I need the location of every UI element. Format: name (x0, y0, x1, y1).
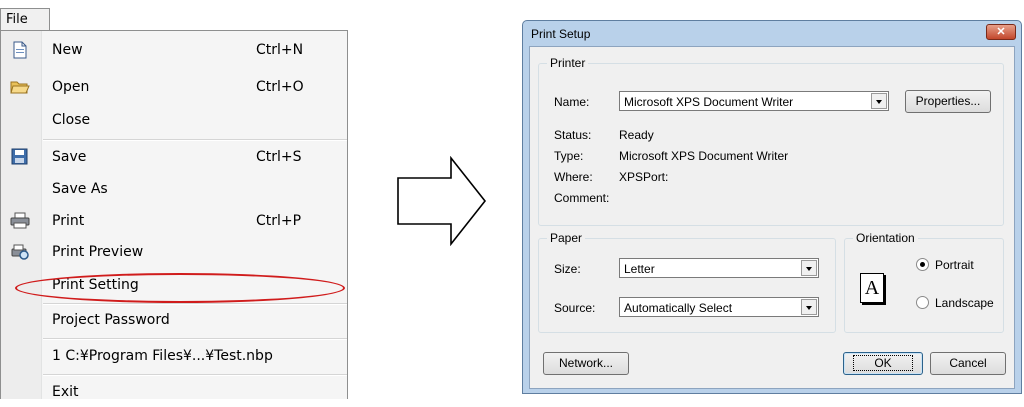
orientation-legend: Orientation (853, 231, 918, 245)
menu-item-label: Save (52, 149, 87, 165)
paper-group: Paper Size: Letter Source: Automatically… (538, 231, 836, 333)
close-icon: ✕ (996, 26, 1006, 38)
status-value: Ready (619, 128, 654, 142)
menu-item-new[interactable]: New Ctrl+N (1, 35, 347, 65)
save-disk-icon (10, 148, 30, 166)
paper-source-value: Automatically Select (624, 301, 733, 315)
menu-item-label: New (52, 42, 83, 58)
portrait-label[interactable]: Portrait (935, 258, 974, 272)
menu-item-label: Project Password (52, 312, 170, 328)
portrait-page-icon: A (860, 273, 884, 303)
menu-item-label: Save As (52, 181, 108, 197)
menu-item-label: 1 C:¥Program Files¥...¥Test.nbp (52, 348, 273, 364)
size-label: Size: (554, 262, 581, 276)
printer-group: Printer Name: Microsoft XPS Document Wri… (538, 56, 1004, 226)
menu-item-recent-file[interactable]: 1 C:¥Program Files¥...¥Test.nbp (1, 341, 347, 371)
file-menu-label: File (6, 12, 28, 27)
paper-size-combobox[interactable]: Letter (619, 258, 819, 278)
menu-item-shortcut: Ctrl+P (256, 213, 302, 229)
ok-button[interactable]: OK (843, 352, 923, 375)
orientation-group: Orientation A Portrait Landscape (844, 231, 1004, 333)
print-setup-dialog: Print Setup ✕ Printer Name: Microsoft XP… (522, 20, 1022, 394)
file-menu: New Ctrl+N Open Ctrl+O Close Save Ctrl+S… (0, 30, 348, 400)
dialog-title: Print Setup (531, 27, 591, 41)
menu-item-close[interactable]: Close (1, 105, 347, 135)
menu-item-print[interactable]: Print Ctrl+P (1, 206, 347, 236)
name-label: Name: (554, 95, 590, 109)
properties-label: Properties... (915, 94, 981, 108)
file-menu-header[interactable]: File (0, 8, 50, 31)
menu-separator (43, 139, 347, 141)
right-arrow-icon (397, 156, 487, 246)
type-label: Type: (554, 149, 584, 163)
menu-item-save[interactable]: Save Ctrl+S (1, 142, 347, 172)
printer-name-value: Microsoft XPS Document Writer (624, 95, 794, 109)
where-label: Where: (554, 170, 593, 184)
open-folder-icon (10, 78, 30, 96)
menu-item-shortcut: Ctrl+S (256, 149, 302, 165)
dialog-client-area: Printer Name: Microsoft XPS Document Wri… (529, 46, 1015, 389)
printer-icon (10, 212, 30, 230)
status-label: Status: (554, 128, 592, 142)
menu-item-open[interactable]: Open Ctrl+O (1, 72, 347, 102)
menu-item-save-as[interactable]: Save As (1, 174, 347, 204)
dropdown-arrow-icon[interactable] (801, 260, 817, 276)
paper-size-value: Letter (624, 262, 655, 276)
dialog-titlebar[interactable]: Print Setup ✕ (523, 21, 1021, 45)
highlight-ellipse (15, 273, 345, 303)
cancel-button[interactable]: Cancel (930, 352, 1006, 375)
menu-item-project-password[interactable]: Project Password (1, 305, 347, 335)
menu-item-shortcut: Ctrl+O (256, 79, 304, 95)
network-label: Network... (558, 356, 613, 370)
new-document-icon (10, 41, 30, 59)
portrait-radio[interactable] (916, 258, 929, 271)
dropdown-arrow-icon[interactable] (871, 93, 887, 109)
comment-label: Comment: (554, 191, 610, 205)
cancel-label: Cancel (949, 356, 987, 370)
menu-item-label: Close (52, 112, 91, 128)
network-button[interactable]: Network... (543, 352, 629, 375)
menu-item-label: Exit (52, 384, 79, 400)
menu-item-label: Open (52, 79, 90, 95)
landscape-label[interactable]: Landscape (935, 296, 994, 310)
ok-label: OK (853, 355, 913, 371)
printer-legend: Printer (547, 56, 589, 70)
menu-separator (43, 374, 347, 376)
menu-separator (43, 338, 347, 340)
close-button[interactable]: ✕ (986, 24, 1016, 40)
print-preview-icon (10, 243, 30, 261)
printer-name-combobox[interactable]: Microsoft XPS Document Writer (619, 91, 889, 111)
properties-button[interactable]: Properties... (905, 90, 991, 113)
menu-item-label: Print Preview (52, 244, 144, 260)
menu-item-exit[interactable]: Exit (1, 377, 347, 407)
menu-item-label: Print (52, 213, 85, 229)
where-value: XPSPort: (619, 170, 669, 184)
type-value: Microsoft XPS Document Writer (619, 149, 789, 163)
paper-legend: Paper (547, 231, 586, 245)
menu-item-shortcut: Ctrl+N (256, 42, 304, 58)
paper-source-combobox[interactable]: Automatically Select (619, 297, 819, 317)
dropdown-arrow-icon[interactable] (801, 299, 817, 315)
landscape-radio[interactable] (916, 296, 929, 309)
menu-item-print-preview[interactable]: Print Preview (1, 237, 347, 267)
source-label: Source: (554, 301, 596, 315)
